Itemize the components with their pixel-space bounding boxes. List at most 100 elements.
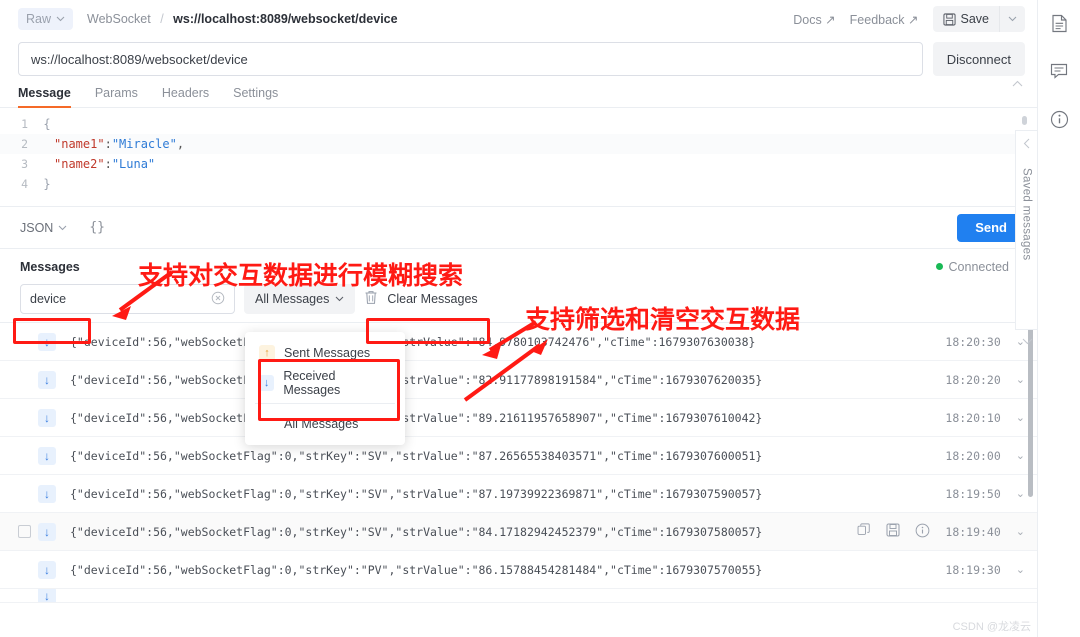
collapse-editor-button[interactable] xyxy=(1012,76,1023,90)
document-icon[interactable] xyxy=(1046,10,1072,36)
info-icon[interactable] xyxy=(1046,106,1072,132)
chevron-down-icon[interactable]: ⌄ xyxy=(1016,411,1025,424)
table-row[interactable]: ↓ {"deviceId":56,"webSocketFlag":0,"strK… xyxy=(0,323,1037,361)
row-checkbox[interactable] xyxy=(18,525,31,538)
websocket-url-value: ws://localhost:8089/websocket/device xyxy=(31,51,248,67)
table-row[interactable]: ↓ {"deviceId":56,"webSocketFlag":0,"strK… xyxy=(0,437,1037,475)
table-row[interactable]: ↓ {"deviceId":56,"webSocketFlag":0,"strK… xyxy=(0,513,1037,551)
chevron-left-icon[interactable] xyxy=(1023,138,1030,152)
editor-line-text: "name1":"Miracle", xyxy=(54,137,185,151)
feedback-link[interactable]: Feedback ↗ xyxy=(850,12,919,27)
disconnect-label: Disconnect xyxy=(946,51,1011,67)
websocket-url-input[interactable]: ws://localhost:8089/websocket/device xyxy=(18,42,923,76)
breadcrumb: WebSocket / ws://localhost:8089/websocke… xyxy=(87,12,398,26)
annotation-box-dropdown xyxy=(258,359,400,421)
disconnect-button[interactable]: Disconnect xyxy=(932,42,1025,76)
breadcrumb-protocol[interactable]: WebSocket xyxy=(87,12,151,26)
save-button[interactable]: Save xyxy=(932,6,999,32)
messages-scrollbar[interactable] xyxy=(1028,327,1033,497)
table-row[interactable]: ↓ {"deviceId":56,"webSocketFlag":0,"strK… xyxy=(0,475,1037,513)
tab-message[interactable]: Message xyxy=(18,86,71,108)
websocket-debug-app: Raw WebSocket / ws://localhost:8089/webs… xyxy=(0,0,1080,637)
status-dot-icon xyxy=(935,263,943,270)
line-number: 2 xyxy=(21,137,28,151)
info-circle-glyph xyxy=(1050,110,1068,128)
message-payload: {"deviceId":56,"webSocketFlag":0,"strKey… xyxy=(70,486,763,501)
send-button-label: Send xyxy=(975,220,1007,235)
chevron-down-icon[interactable]: ⌄ xyxy=(1016,449,1025,462)
url-row: ws://localhost:8089/websocket/device Dis… xyxy=(0,38,1037,76)
message-payload: {"deviceId":56,"webSocketFlag":0,"strKey… xyxy=(70,448,763,463)
editor-line-text: "name2":"Luna" xyxy=(54,157,156,171)
message-editor[interactable]: 1 { 2 "name1":"Miracle", 3 "name2":"Luna… xyxy=(0,108,1037,206)
docs-link[interactable]: Docs ↗ xyxy=(793,12,835,27)
annotation-box-search xyxy=(13,318,91,344)
table-row[interactable]: ↓ {"deviceId":56,"webSocketFlag":0,"strK… xyxy=(0,551,1037,589)
row-meta: 18:19:30 ⌄ xyxy=(945,563,1025,577)
editor-scrollbar[interactable] xyxy=(1022,116,1027,125)
clear-search-icon[interactable] xyxy=(211,291,225,308)
message-time: 18:20:20 xyxy=(945,372,1001,387)
raw-mode-chip[interactable]: Raw xyxy=(18,8,74,30)
saved-messages-label: Saved messages xyxy=(1020,168,1033,261)
tab-headers-label: Headers xyxy=(161,86,210,100)
info-icon[interactable] xyxy=(915,523,930,541)
search-value: device xyxy=(30,292,67,306)
chevron-down-glyph xyxy=(1022,338,1033,345)
fold-marker[interactable]: { xyxy=(40,117,54,131)
chevron-up-icon xyxy=(1012,80,1023,87)
table-row[interactable]: ↓ {"deviceId":56,"webSocketFlag":0,"strK… xyxy=(0,399,1037,437)
chevron-down-icon[interactable]: ⌄ xyxy=(1016,373,1025,386)
arrow-down-icon: ↓ xyxy=(38,446,56,465)
breadcrumb-separator: / xyxy=(160,12,164,26)
clear-messages-button[interactable]: Clear Messages xyxy=(387,292,477,306)
message-time: 18:20:30 xyxy=(945,334,1001,349)
editor-toolbar: JSON {} Send xyxy=(0,206,1037,248)
message-payload: {"deviceId":56,"webSocketFlag":0,"strKey… xyxy=(70,524,763,539)
message-time: 18:19:50 xyxy=(945,486,1001,501)
format-selector[interactable]: JSON xyxy=(20,221,67,235)
comment-icon[interactable] xyxy=(1046,58,1072,84)
editor-line: 4 } xyxy=(0,174,1037,194)
fold-marker[interactable]: } xyxy=(40,177,54,191)
arrow-down-icon: ↓ xyxy=(38,408,56,427)
save-icon[interactable] xyxy=(886,523,900,540)
status-badge: Connected xyxy=(948,259,1009,274)
message-time: 18:20:00 xyxy=(945,448,1001,463)
chevron-down-icon[interactable]: ⌄ xyxy=(1016,563,1025,576)
row-meta: 18:19:50 ⌄ xyxy=(945,487,1025,501)
save-dropdown-button[interactable] xyxy=(999,6,1025,32)
connection-status: Connected xyxy=(935,259,1025,274)
saved-panel-expand-icon[interactable] xyxy=(1022,336,1033,348)
row-meta: 18:20:20 ⌄ xyxy=(945,373,1025,387)
editor-line: 1 { xyxy=(0,114,1037,134)
tab-headers[interactable]: Headers xyxy=(162,86,209,107)
right-rail xyxy=(1037,0,1080,637)
row-meta: 18:19:40 ⌄ xyxy=(857,523,1025,541)
message-time: 18:19:40 xyxy=(945,524,1001,539)
chevron-left-glyph xyxy=(1023,138,1030,149)
copy-icon[interactable] xyxy=(857,523,871,540)
tab-settings-label: Settings xyxy=(233,86,279,100)
request-tabs: Message Params Headers Settings xyxy=(0,76,1037,108)
annotation-text-search: 支持对交互数据进行模糊搜索 xyxy=(138,261,464,290)
floppy-disk-icon xyxy=(942,12,956,26)
table-row[interactable]: ↓ xyxy=(0,589,1037,603)
chevron-down-icon xyxy=(56,16,65,22)
trash-icon[interactable] xyxy=(364,290,378,308)
row-meta: 18:20:10 ⌄ xyxy=(945,411,1025,425)
line-number: 4 xyxy=(21,177,28,191)
tab-settings[interactable]: Settings xyxy=(233,86,278,107)
copy-glyph xyxy=(857,523,871,535)
saved-messages-panel[interactable]: Saved messages xyxy=(1015,130,1037,330)
line-number: 3 xyxy=(21,157,28,171)
main-panel: Raw WebSocket / ws://localhost:8089/webs… xyxy=(0,0,1037,637)
table-row[interactable]: ↓ {"deviceId":56,"webSocketFlag":0,"strK… xyxy=(0,361,1037,399)
trash-can-icon xyxy=(365,291,377,304)
chevron-down-icon[interactable]: ⌄ xyxy=(1016,525,1025,538)
chevron-down-icon[interactable]: ⌄ xyxy=(1016,487,1025,500)
tab-params[interactable]: Params xyxy=(95,86,138,107)
raw-mode-label: Raw xyxy=(26,12,52,26)
beautify-json-button[interactable]: {} xyxy=(89,220,105,235)
message-payload: {"deviceId":56,"webSocketFlag":0,"strKey… xyxy=(70,562,763,577)
